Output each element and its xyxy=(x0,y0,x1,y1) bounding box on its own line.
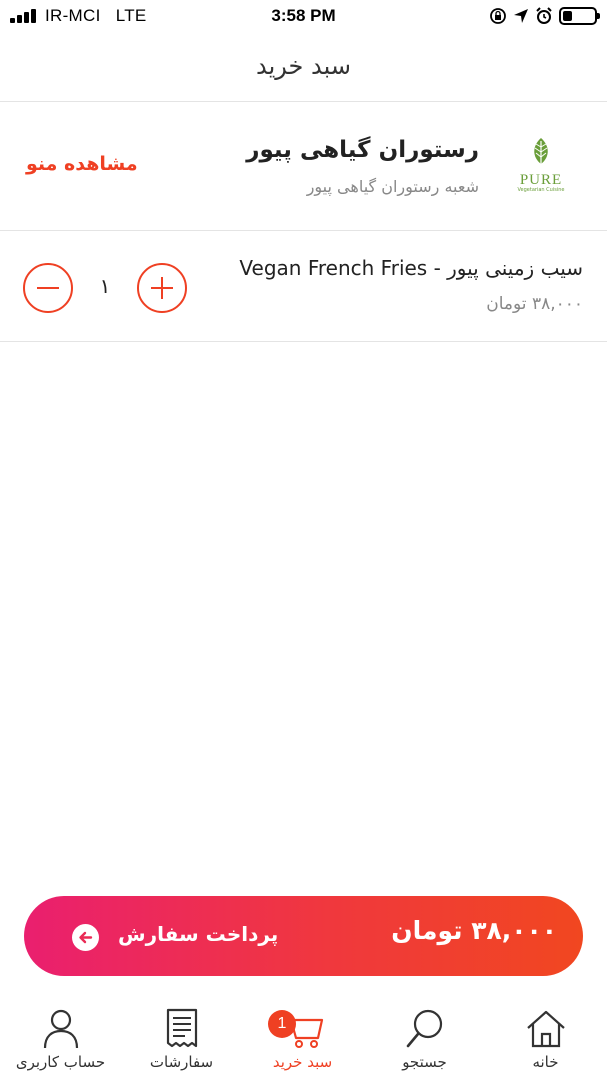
page-title: سبد خرید xyxy=(256,52,351,80)
battery-level xyxy=(563,11,572,21)
restaurant-logo: PURE Vegetarian Cuisine xyxy=(513,137,569,201)
tab-label: سبد خرید xyxy=(272,1053,333,1071)
checkout-button[interactable]: ۳۸,۰۰۰ تومان پرداخت سفارش xyxy=(24,896,583,976)
tab-label: سفارشات xyxy=(149,1053,214,1071)
item-name: سیب زمینی پیور - Vegan French Fries xyxy=(239,256,583,280)
quantity-value: ۱ xyxy=(99,274,111,298)
location-icon xyxy=(514,9,528,23)
decrease-quantity-button[interactable] xyxy=(23,263,73,313)
bottom-tab-bar: حساب کاربری سفارشات 1 سبد خرید جستجو خان… xyxy=(0,1000,607,1080)
restaurant-name: رستوران گیاهی پیور xyxy=(246,137,479,163)
battery-icon xyxy=(559,7,600,25)
cart-count-badge: 1 xyxy=(268,1010,296,1038)
user-icon xyxy=(43,1009,78,1049)
status-icons xyxy=(489,6,600,26)
tab-search[interactable]: جستجو xyxy=(364,1006,485,1080)
alarm-icon xyxy=(536,7,552,24)
header: سبد خرید xyxy=(0,34,607,102)
checkout-label: پرداخت سفارش xyxy=(118,922,279,946)
increase-quantity-button[interactable] xyxy=(137,263,187,313)
home-icon xyxy=(526,1010,565,1048)
tab-cart[interactable]: 1 سبد خرید xyxy=(242,1006,363,1080)
arrow-left-icon xyxy=(72,924,99,951)
view-menu-link[interactable]: مشاهده منو xyxy=(26,153,138,175)
tab-home[interactable]: خانه xyxy=(485,1006,606,1080)
search-icon xyxy=(406,1009,442,1048)
restaurant-card: PURE Vegetarian Cuisine رستوران گیاهی پی… xyxy=(0,103,607,231)
item-price: ۳۸,۰۰۰ تومان xyxy=(486,294,583,314)
tab-orders[interactable]: سفارشات xyxy=(121,1006,242,1080)
status-bar: IR-MCI LTE 3:58 PM xyxy=(0,0,607,34)
cart-item: سیب زمینی پیور - Vegan French Fries ۳۸,۰… xyxy=(0,232,607,342)
minus-icon xyxy=(37,287,59,289)
logo-subtext: Vegetarian Cuisine xyxy=(517,187,565,193)
branch-name: شعبه رستوران گیاهی پیور xyxy=(306,177,479,196)
checkout-total: ۳۸,۰۰۰ تومان xyxy=(391,916,557,945)
tab-label: جستجو xyxy=(402,1053,447,1071)
receipt-icon xyxy=(166,1008,197,1048)
rotation-lock-icon xyxy=(490,8,506,24)
tab-label: خانه xyxy=(532,1053,559,1071)
leaf-icon xyxy=(534,138,548,166)
logo-text: PURE xyxy=(519,172,563,188)
tab-label: حساب کاربری xyxy=(15,1053,106,1071)
tab-account[interactable]: حساب کاربری xyxy=(0,1006,121,1080)
